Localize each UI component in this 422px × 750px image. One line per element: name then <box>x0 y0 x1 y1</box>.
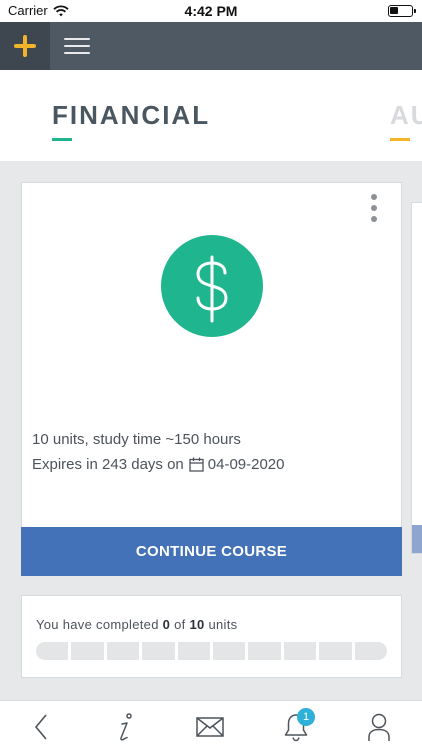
notification-badge: 1 <box>297 708 315 726</box>
bottom-nav: 1 <box>0 700 422 750</box>
tab-next-indicator <box>390 138 410 141</box>
profile-icon[interactable] <box>359 711 399 743</box>
battery-icon <box>388 5 416 17</box>
continue-course-button[interactable]: CONTINUE COURSE <box>21 527 402 576</box>
status-time: 4:42 PM <box>184 3 238 19</box>
tab-next-label: AU <box>390 100 422 130</box>
add-button[interactable] <box>0 22 50 70</box>
progress-segment <box>178 642 214 660</box>
dollar-icon <box>161 235 263 337</box>
progress-prefix: You have completed <box>36 617 159 632</box>
tab-financial-indicator <box>52 138 72 141</box>
progress-segment <box>107 642 143 660</box>
hamburger-menu-icon[interactable] <box>64 36 90 56</box>
course-units-text: 10 units, study time ~150 hours <box>32 431 241 448</box>
progress-segment <box>284 642 320 660</box>
progress-summary: You have completed 0 of 10 units <box>36 617 237 632</box>
next-course-card[interactable] <box>411 202 422 554</box>
progress-segment <box>71 642 107 660</box>
more-options-icon[interactable] <box>369 193 379 223</box>
progress-segment <box>355 642 387 660</box>
calendar-icon <box>189 457 204 472</box>
course-card: 10 units, study time ~150 hours Expires … <box>21 182 402 576</box>
app-bar <box>0 22 422 70</box>
back-icon[interactable] <box>21 711 61 743</box>
progress-segment <box>36 642 72 660</box>
progress-segment <box>213 642 249 660</box>
course-expiry: Expires in 243 days on 04-09-2020 <box>32 452 285 477</box>
progress-completed: 0 <box>162 617 171 632</box>
tab-financial-label: FINANCIAL <box>52 100 211 130</box>
progress-total: 10 <box>189 617 205 632</box>
tab-financial[interactable]: FINANCIAL <box>52 100 211 141</box>
progress-bar <box>36 642 387 660</box>
progress-suffix: units <box>208 617 238 632</box>
expiry-prefix: Expires in 243 days on <box>32 456 184 473</box>
category-tabs: FINANCIAL AU <box>0 70 422 161</box>
notifications-button[interactable]: 1 <box>276 708 316 743</box>
expiry-date: 04-09-2020 <box>207 456 285 473</box>
progress-segment <box>248 642 284 660</box>
progress-card: You have completed 0 of 10 units <box>21 595 402 678</box>
plus-icon <box>14 35 36 57</box>
next-course-button[interactable] <box>412 525 422 553</box>
progress-segment <box>319 642 355 660</box>
tab-next[interactable]: AU <box>390 100 422 141</box>
mail-icon[interactable] <box>190 711 230 743</box>
progress-middle: of <box>174 617 186 632</box>
progress-segment <box>142 642 178 660</box>
course-info: 10 units, study time ~150 hours Expires … <box>32 427 285 477</box>
info-icon[interactable] <box>105 711 145 743</box>
status-bar: Carrier 4:42 PM <box>0 0 422 22</box>
